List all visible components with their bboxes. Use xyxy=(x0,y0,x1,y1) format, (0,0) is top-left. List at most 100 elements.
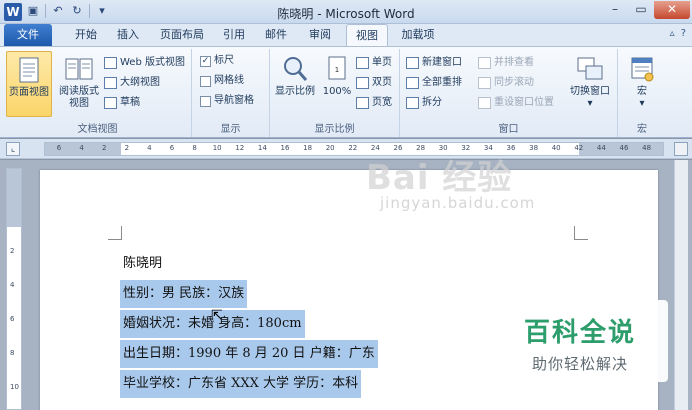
web-layout-icon xyxy=(104,57,117,69)
close-button[interactable]: ✕ xyxy=(654,1,690,19)
ruler-tick-label: 44 xyxy=(596,144,606,152)
ruler-tick-label: 42 xyxy=(574,144,584,152)
two-pages-button[interactable]: 双页 xyxy=(356,75,392,91)
macros-label: 宏 xyxy=(637,86,647,97)
zoom-100-button[interactable]: 1 100% xyxy=(320,51,354,117)
ruler-tick-label: 12 xyxy=(235,144,245,152)
vertical-ruler[interactable]: 2 4 6 8 10 xyxy=(6,168,22,410)
one-page-button[interactable]: 单页 xyxy=(356,55,392,71)
macros-icon xyxy=(631,57,654,82)
print-layout-button[interactable]: 页面视图 xyxy=(6,51,52,117)
group-label-window: 窗口 xyxy=(498,124,519,135)
macros-button[interactable]: 宏 ▾ xyxy=(622,51,662,117)
ruler-label: 标尺 xyxy=(214,55,234,66)
zoom-button[interactable]: 显示比例 xyxy=(272,51,318,117)
doc-line-selected[interactable]: 出生日期：1990 年 8 月 20 日 户籍：广东 xyxy=(120,340,378,368)
zoom-100-label: 100% xyxy=(322,86,352,97)
watermark-title: 百科全说 xyxy=(523,318,636,348)
page-width-icon xyxy=(356,97,369,109)
group-show: ✓ 标尺 网格线 导航窗格 显示 xyxy=(192,49,270,137)
ribbon-right-icons: ▵ ? xyxy=(670,28,686,39)
side-by-side-icon xyxy=(478,57,491,69)
two-pages-icon xyxy=(356,77,369,89)
tab-addins[interactable]: 加载项 xyxy=(392,24,444,46)
group-window: 新建窗口 全部重排 拆分 并排查看 同步滚动 重设窗口位置 切换窗口 ▾ 窗口 xyxy=(400,49,618,137)
arrange-all-button[interactable]: 全部重排 xyxy=(406,75,462,91)
print-layout-label: 页面视图 xyxy=(9,87,49,98)
minimize-button[interactable]: – xyxy=(602,1,628,19)
ruler-tick-label: 48 xyxy=(642,144,652,152)
new-window-icon xyxy=(406,57,419,69)
two-pages-label: 双页 xyxy=(372,77,392,88)
vruler-tick-label: 4 xyxy=(10,281,15,289)
view-ruler-toggle[interactable] xyxy=(674,142,688,156)
help-icon[interactable]: ? xyxy=(681,28,686,39)
ruler-tick-label: 40 xyxy=(551,144,561,152)
vruler-top-margin xyxy=(7,169,21,227)
ruler-bar: ⌞ 6 4 2 2 4 6 8 10 12 14 16 18 20 22 24 26 28 30 32 34 36 38 4… xyxy=(0,139,692,159)
ruler-tick-label: 10 xyxy=(212,144,222,152)
group-label-zoom: 显示比例 xyxy=(314,124,355,135)
print-layout-icon xyxy=(19,57,39,83)
tab-references[interactable]: 引用 xyxy=(214,24,254,46)
tab-page-layout[interactable]: 页面布局 xyxy=(152,24,212,46)
group-label-document-views: 文档视图 xyxy=(77,124,118,135)
tab-view[interactable]: 视图 xyxy=(346,24,388,46)
doc-line-name[interactable]: 陈晓明 xyxy=(120,250,165,278)
tab-home[interactable]: 开始 xyxy=(66,24,106,46)
tab-file[interactable]: 文件 xyxy=(4,24,52,46)
split-button[interactable]: 拆分 xyxy=(406,95,442,111)
magnifier-icon xyxy=(284,57,308,81)
ruler-tick-label: 46 xyxy=(619,144,629,152)
gridlines-checkbox[interactable]: 网格线 xyxy=(200,73,244,89)
sync-scroll-button[interactable]: 同步滚动 xyxy=(478,75,534,91)
tab-mailings[interactable]: 邮件 xyxy=(256,24,296,46)
window-title: 陈晓明 - Microsoft Word xyxy=(277,7,415,21)
vruler-tick-label: 8 xyxy=(10,349,15,357)
hundred-percent-icon: 1 xyxy=(328,56,346,80)
title-bar: W ▣ ↶ ↻ ▾ 陈晓明 - Microsoft Word – ▭ ✕ xyxy=(0,0,692,24)
ruler-tick-label: 2 xyxy=(101,144,107,152)
ruler-tick-label: 6 xyxy=(56,144,62,152)
reset-window-position-button[interactable]: 重设窗口位置 xyxy=(478,95,554,111)
maximize-button[interactable]: ▭ xyxy=(628,1,654,19)
mouse-cursor-icon: ⇱ xyxy=(211,308,223,324)
ribbon-tab-row: 文件 开始 插入 页面布局 引用 邮件 审阅 视图 加载项 ▵ ? xyxy=(0,24,692,46)
split-icon xyxy=(406,97,419,109)
reset-position-icon xyxy=(478,97,491,109)
outline-button[interactable]: 大纲视图 xyxy=(104,75,160,91)
zoom-label: 显示比例 xyxy=(275,86,315,97)
gridlines-check-icon xyxy=(200,75,211,87)
group-macros: 宏 ▾ 宏 xyxy=(618,49,666,137)
ruler-checkbox[interactable]: ✓ 标尺 xyxy=(200,53,234,69)
margin-corner-left xyxy=(108,226,122,240)
switch-windows-button[interactable]: 切换窗口 ▾ xyxy=(566,51,614,117)
draft-label: 草稿 xyxy=(120,97,140,108)
view-side-by-side-button[interactable]: 并排查看 xyxy=(478,55,534,71)
web-layout-button[interactable]: Web 版式视图 xyxy=(104,55,185,71)
reading-view-label-1: 阅读版式 xyxy=(59,86,99,97)
web-layout-label: Web 版式视图 xyxy=(120,57,185,68)
horizontal-ruler[interactable]: 6 4 2 2 4 6 8 10 12 14 16 18 20 22 24 26 28 30 32 34 36 38 40 4… xyxy=(44,142,664,156)
new-window-button[interactable]: 新建窗口 xyxy=(406,55,462,71)
tab-insert[interactable]: 插入 xyxy=(108,24,148,46)
navigation-pane-checkbox[interactable]: 导航窗格 xyxy=(200,93,254,109)
vruler-tick-label: 10 xyxy=(10,383,19,391)
minimize-ribbon-icon[interactable]: ▵ xyxy=(670,28,675,39)
doc-line-selected[interactable]: 性别：男 民族：汉族 xyxy=(120,280,248,308)
watermark-subtitle: 助你轻松解决 xyxy=(531,355,628,373)
full-screen-reading-button[interactable]: 阅读版式 视图 xyxy=(56,51,102,117)
vertical-scrollbar[interactable] xyxy=(674,160,688,410)
group-zoom: 显示比例 1 100% 单页 双页 页宽 显示比例 xyxy=(270,49,400,137)
page-width-button[interactable]: 页宽 xyxy=(356,95,392,111)
baidu-url-watermark: jingyan.baidu.com xyxy=(380,194,536,212)
doc-line-selected[interactable]: 毕业学校：广东省 XXX 大学 学历：本科 xyxy=(120,370,362,398)
tab-selector[interactable]: ⌞ xyxy=(6,142,20,156)
ruler-tick-label: 6 xyxy=(169,144,175,152)
new-window-label: 新建窗口 xyxy=(422,57,462,68)
ruler-tick-label: 38 xyxy=(529,144,539,152)
nav-pane-label: 导航窗格 xyxy=(214,95,254,106)
tab-review[interactable]: 审阅 xyxy=(300,24,340,46)
group-document-views: 页面视图 阅读版式 视图 Web 版式视图 大纲视图 草稿 文档视图 xyxy=(4,49,192,137)
draft-button[interactable]: 草稿 xyxy=(104,95,140,111)
